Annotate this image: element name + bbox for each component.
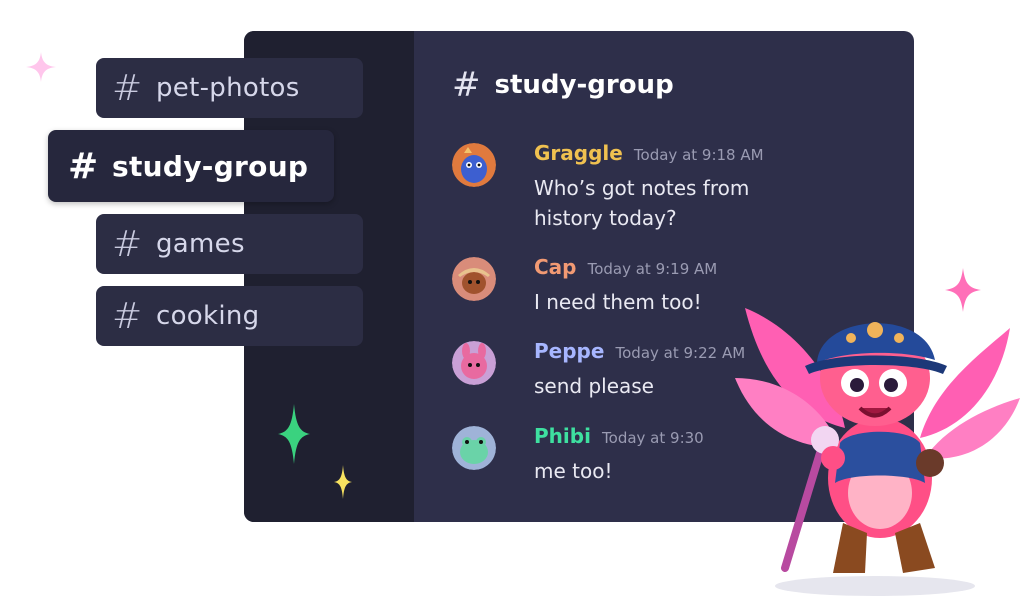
hash-icon: # (112, 223, 143, 265)
channel-title: study-group (494, 70, 674, 100)
channel-games[interactable]: # games (96, 214, 363, 274)
hash-icon: # (452, 65, 481, 105)
avatar[interactable] (452, 143, 496, 187)
message-meta: Graggle Today at 9:18 AM (534, 141, 764, 165)
message-meta: Phibi Today at 9:30 (534, 424, 704, 448)
message-meta: Cap Today at 9:19 AM (534, 255, 717, 279)
channel-study-group[interactable]: # study-group (48, 130, 334, 202)
mascot-illustration (735, 268, 1020, 596)
hash-icon: # (112, 295, 143, 337)
channel-pet-photos[interactable]: # pet-photos (96, 58, 363, 118)
channel-name: pet-photos (156, 73, 300, 103)
sparkle-green-icon (278, 404, 310, 464)
channel-name: cooking (156, 301, 260, 331)
channel-name: games (156, 229, 245, 259)
sparkle-yellow-icon (334, 465, 352, 499)
channel-name: study-group (112, 149, 309, 183)
channel-header: # study-group (452, 64, 674, 106)
message-text: Who’s got notes from history today? (534, 176, 750, 230)
message-meta: Peppe Today at 9:22 AM (534, 339, 745, 363)
timestamp: Today at 9:30 (602, 429, 704, 447)
author-name[interactable]: Peppe (534, 339, 604, 363)
channel-cooking[interactable]: # cooking (96, 286, 363, 346)
avatar[interactable] (452, 426, 496, 470)
author-name[interactable]: Graggle (534, 141, 623, 165)
sparkle-pink-icon (26, 52, 56, 82)
timestamp: Today at 9:19 AM (587, 260, 718, 278)
avatar[interactable] (452, 341, 496, 385)
author-name[interactable]: Cap (534, 255, 577, 279)
timestamp: Today at 9:18 AM (633, 146, 764, 164)
hash-icon: # (112, 67, 143, 109)
avatar[interactable] (452, 257, 496, 301)
author-name[interactable]: Phibi (534, 424, 591, 448)
hash-icon: # (68, 145, 99, 187)
